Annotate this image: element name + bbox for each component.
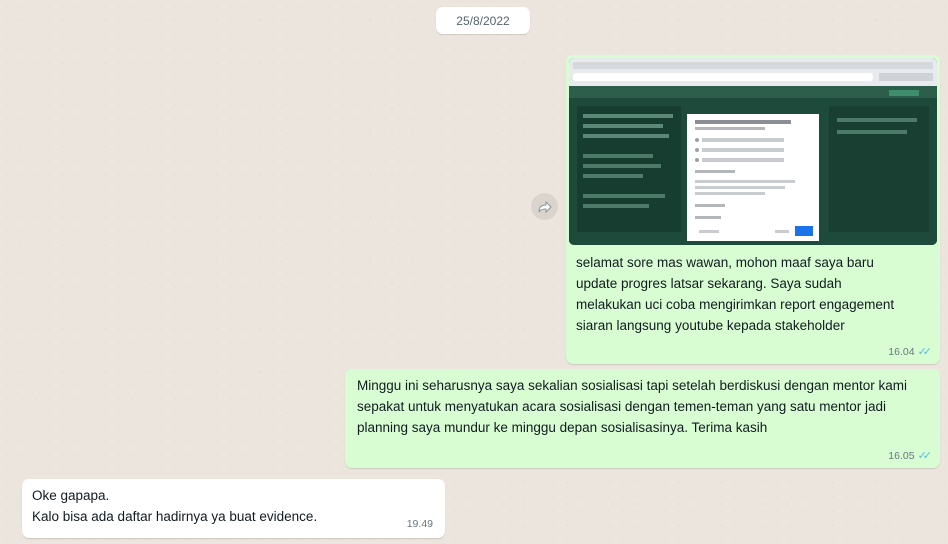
message-meta: 19.49 — [407, 518, 433, 530]
double-check-icon: ✓✓ — [917, 450, 933, 462]
message-meta: 16.05 ✓✓ — [888, 449, 933, 463]
date-separator: 25/8/2022 — [436, 7, 530, 34]
message-text-line: Oke gapapa. — [32, 488, 110, 503]
message-text: Minggu ini seharusnya saya sekalian sosi… — [357, 378, 908, 435]
double-check-icon: ✓✓ — [917, 346, 933, 358]
message-text: Oke gapapa. Kalo bisa ada daftar hadirny… — [32, 485, 412, 527]
message-time: 16.04 — [888, 345, 915, 358]
message-time: 16.05 — [888, 449, 915, 462]
message-text-line: Kalo bisa ada daftar hadirnya ya buat ev… — [32, 509, 318, 524]
message-bubble-outgoing[interactable]: Minggu ini seharusnya saya sekalian sosi… — [345, 369, 940, 468]
message-meta: 16.04 ✓✓ — [888, 345, 933, 359]
message-image-thumbnail[interactable] — [569, 58, 937, 245]
message-bubble-incoming[interactable]: Oke gapapa. Kalo bisa ada daftar hadirny… — [22, 479, 445, 538]
date-text: 25/8/2022 — [456, 13, 510, 28]
forward-icon — [538, 200, 552, 213]
forward-button[interactable] — [531, 193, 558, 220]
message-text: selamat sore mas wawan, mohon maaf saya … — [576, 255, 895, 333]
message-time: 19.49 — [406, 518, 433, 530]
message-bubble-outgoing-image[interactable]: selamat sore mas wawan, mohon maaf saya … — [566, 55, 940, 364]
